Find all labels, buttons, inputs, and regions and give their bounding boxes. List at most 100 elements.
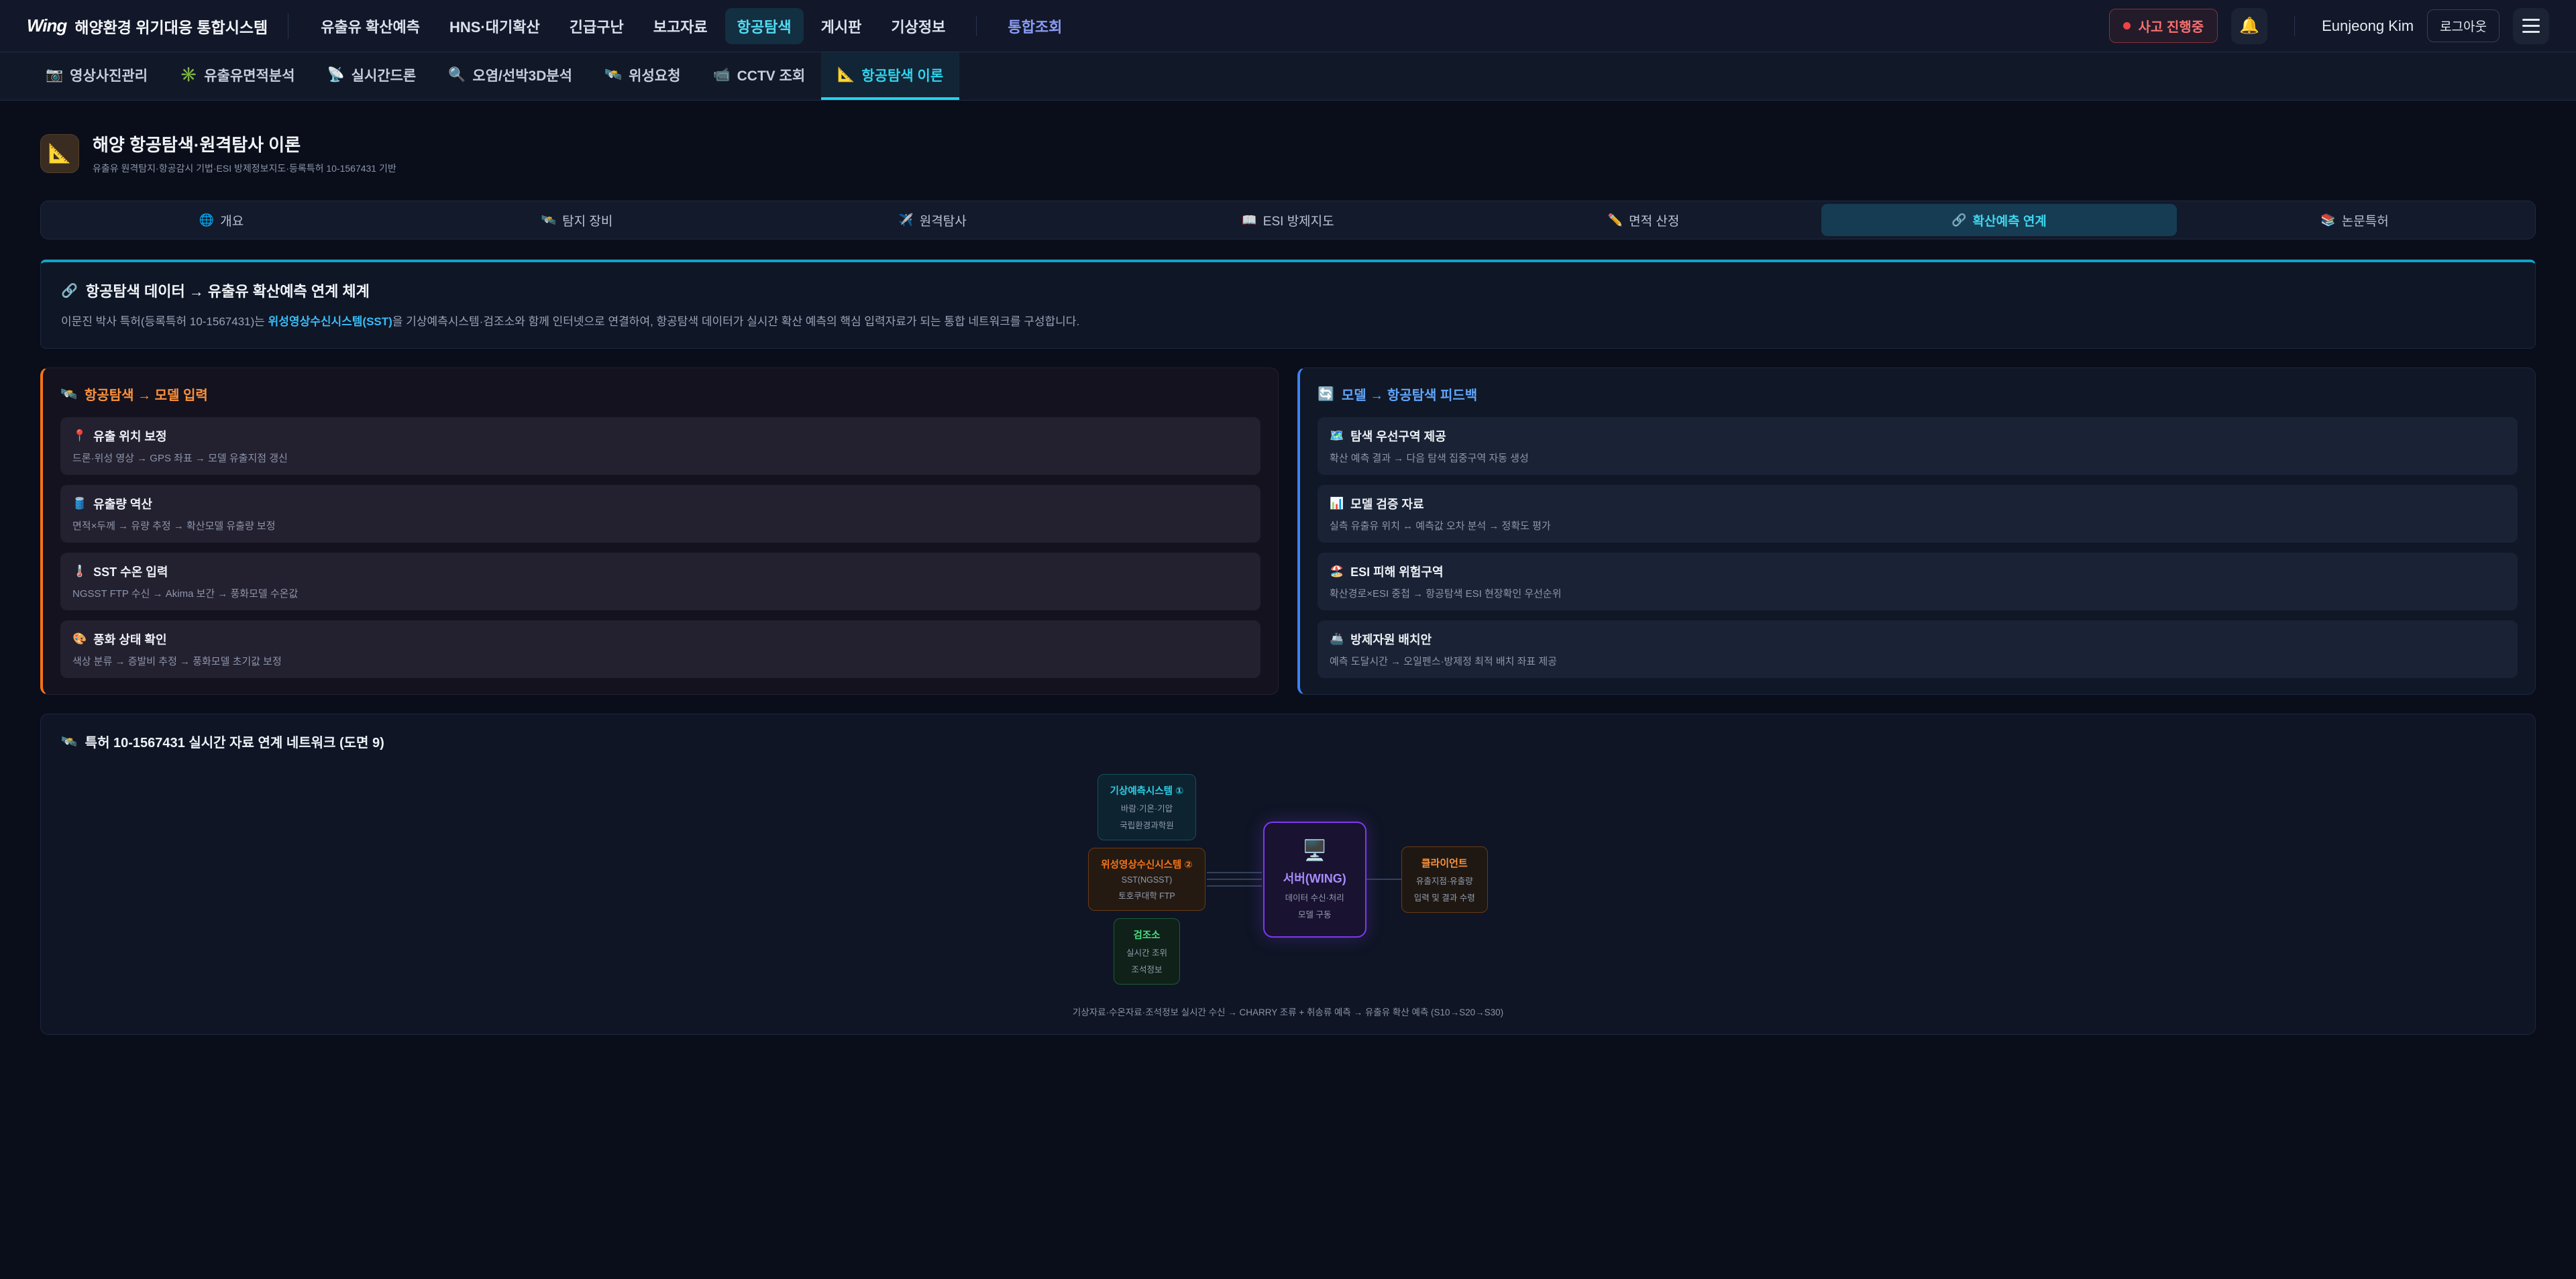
tab-label: ESI 방제지도 [1263,211,1334,229]
subtab-oil-area-analysis[interactable]: ✳️ 유출유면적분석 [164,52,311,100]
tab-papers-patents[interactable]: 📚 논문특허 [2177,204,2532,236]
node-title: 서버(WING) [1283,869,1346,887]
nav-item-oil-spill-prediction[interactable]: 유출유 확산예측 [309,8,432,44]
tab-overview[interactable]: 🌐 개요 [44,204,399,236]
oil-drum-icon: 🛢️ [72,497,87,510]
tab-prediction-link[interactable]: 🔗 확산예측 연계 [1821,204,2177,236]
list-item: 🌡️SST 수온 입력 NGSST FTP 수신 → Akima 보간 → 풍화… [60,553,1260,610]
refresh-icon: 🔄 [1318,386,1334,402]
page-header: 📐 해양 항공탐색·원격탐사 이론 유출유 원격탐지·항공감시 기법·ESI 방… [40,131,2536,175]
item-description: 실측 유출유 위치 ↔ 예측값 오차 분석 → 정확도 평가 [1330,518,2506,533]
tab-label: 면적 산정 [1629,211,1679,229]
node-wing-server: 🖥️ 서버(WING) 데이터 수신·처리 모델 구동 [1263,822,1366,938]
item-title: 풍화 상태 확인 [93,630,166,648]
card-heading: 🛰️ 항공탐색 → 모델 입력 [60,384,1260,404]
tab-label: 탐지 장비 [562,211,612,229]
node-line: 조석정보 [1126,962,1167,975]
node-title: 클라이언트 [1414,856,1475,870]
tab-label: 개요 [220,211,244,229]
node-line: 모델 구동 [1283,907,1346,920]
node-title: 위성영상수신시스템 ② [1101,857,1192,871]
books-icon: 📚 [2320,213,2335,227]
app-header: Wing 해양환경 위기대응 통합시스템 유출유 확산예측 HNS·대기확산 긴… [0,0,2576,52]
link-icon: 🔗 [1951,213,1966,227]
card-model-to-search: 🔄 모델 → 항공탐색 피드백 🗺️탐색 우선구역 제공 확산 예측 결과 → … [1297,368,2536,695]
nav-item-emergency-rescue[interactable]: 긴급구난 [557,8,636,44]
network-heading-text: 특허 10-1567431 실시간 자료 연계 네트워크 (도면 9) [85,732,384,751]
node-weather-system: 기상예측시스템 ① 바람·기온·기압 국립환경과학원 [1097,774,1197,840]
list-item: 🚢방제자원 배치안 예측 도달시간 → 오일펜스·방제정 최적 배치 좌표 제공 [1318,620,2518,678]
item-description: 예측 도달시간 → 오일펜스·방제정 최적 배치 좌표 제공 [1330,654,2506,668]
divider [976,16,977,36]
section-heading: 🔗 항공탐색 데이터 → 유출유 확산예측 연계 체계 [61,280,2515,301]
nav-item-integrated-search[interactable]: 통합조회 [996,8,1074,44]
notifications-button[interactable]: 🔔 [2231,8,2267,44]
item-title: SST 수온 입력 [93,563,168,580]
subtab-label: 실시간드론 [352,65,417,85]
world-map-icon: 🗺️ [1330,429,1344,443]
magnifier-icon: 🔍 [448,67,466,83]
item-title: 탐색 우선구역 제공 [1350,427,1446,445]
item-description: 확산경로×ESI 중첩 → 항공탐색 ESI 현장확인 우선순위 [1330,586,2506,600]
camera-icon: 📷 [46,67,63,83]
node-title: 기상예측시스템 ① [1110,783,1184,797]
satellite-icon: 🛰️ [541,213,556,227]
tab-esi-map[interactable]: 📖 ESI 방제지도 [1110,204,1466,236]
logo-mark: Wing [27,15,66,36]
card-heading-text: 항공탐색 → 모델 입력 [85,384,208,404]
subtab-realtime-drone[interactable]: 📡 실시간드론 [311,52,432,100]
pencil-icon: ✏️ [1608,213,1623,227]
nav-item-hns-atmospheric[interactable]: HNS·대기확산 [437,8,552,44]
item-description: 면적×두께 → 유량 추정 → 확산모델 유출량 보정 [72,518,1248,533]
tab-detection-equipment[interactable]: 🛰️ 탐지 장비 [399,204,755,236]
airplane-icon: ✈️ [898,213,913,227]
subtab-photo-management[interactable]: 📷 영상사진관리 [30,52,164,100]
nav-item-board[interactable]: 게시판 [809,8,874,44]
node-line: 토호쿠대학 FTP [1101,889,1192,901]
subtab-cctv-view[interactable]: 📹 CCTV 조회 [696,52,821,100]
menu-button[interactable] [2513,8,2549,44]
list-item: 🎨풍화 상태 확인 색상 분류 → 증발비 추정 → 풍화모델 초기값 보정 [60,620,1260,678]
single-link-line [1366,879,1401,880]
thermometer-icon: 🌡️ [72,565,87,578]
tab-area-calculation[interactable]: ✏️ 면적 산정 [1466,204,1821,236]
bell-icon: 🔔 [2239,16,2259,36]
app-logo[interactable]: Wing 해양환경 위기대응 통합시스템 [27,15,268,38]
tab-label: 확산예측 연계 [1973,211,2047,229]
incident-status-badge[interactable]: 사고 진행중 [2109,9,2218,43]
triangle-ruler-icon: 📐 [48,142,72,164]
subtab-label: 위성요청 [629,65,680,85]
tab-remote-sensing[interactable]: ✈️ 원격탐사 [755,204,1110,236]
subtab-label: 항공탐색 이론 [861,65,943,85]
link-icon: 🔗 [61,282,78,299]
logout-button[interactable]: 로그아웃 [2427,9,2500,42]
section-paragraph: 이문진 박사 특허(등록특허 10-1567431)는 위성영상수신시스템(SS… [61,313,2515,331]
subtab-pollution-ship-3d[interactable]: 🔍 오염/선박3D분석 [432,52,588,100]
node-line: 실시간 조위 [1126,946,1167,958]
subtab-label: 유출유면적분석 [204,65,294,85]
subtab-satellite-request[interactable]: 🛰️ 위성요청 [588,52,696,100]
paragraph-text: 이문진 박사 특허(등록특허 10-1567431)는 [61,315,268,328]
user-name: Eunjeong Kim [2322,17,2414,35]
nav-item-reports[interactable]: 보고자료 [641,8,720,44]
card-heading: 🔄 모델 → 항공탐색 피드백 [1318,384,2518,404]
triple-link-lines [1207,872,1262,887]
header-right: 사고 진행중 🔔 Eunjeong Kim 로그아웃 [2109,8,2549,44]
nav-item-weather-info[interactable]: 기상정보 [879,8,957,44]
page-subtitle: 유출유 원격탐지·항공감시 기법·ESI 방제정보지도·등록특허 10-1567… [93,162,396,175]
satellite-icon: 🛰️ [604,67,622,83]
tab-label: 원격탐사 [920,211,967,229]
item-description: 색상 분류 → 증발비 추정 → 풍화모델 초기값 보정 [72,654,1248,668]
satellite-icon: 🛰️ [60,386,77,402]
antenna-icon: 📡 [327,67,344,83]
list-item: 🏖️ESI 피해 위험구역 확산경로×ESI 중첩 → 항공탐색 ESI 현장확… [1318,553,2518,610]
node-line: 유출지점·유출량 [1414,874,1475,887]
ship-icon: 🚢 [1330,632,1344,646]
card-search-to-model: 🛰️ 항공탐색 → 모델 입력 📍유출 위치 보정 드론·위성 영상 → GPS… [40,368,1279,695]
bar-chart-icon: 📊 [1330,497,1344,510]
computer-icon: 🖥️ [1283,839,1346,863]
nav-item-aerial-search[interactable]: 항공탐색 [725,8,804,44]
list-item: 📍유출 위치 보정 드론·위성 영상 → GPS 좌표 → 모델 유출지점 갱신 [60,417,1260,475]
paragraph-text: 을 기상예측시스템·검조소와 함께 인터넷으로 연결하여, 항공탐색 데이터가 … [392,315,1079,328]
subtab-aerial-search-theory[interactable]: 📐 항공탐색 이론 [821,52,959,100]
